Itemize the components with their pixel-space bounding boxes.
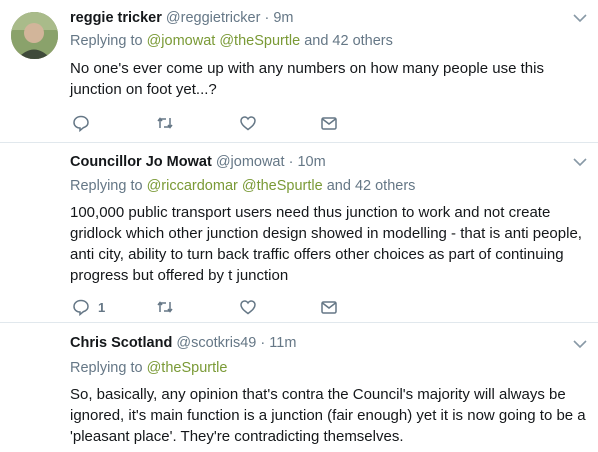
chevron-down-icon[interactable]: [572, 156, 588, 168]
reply-icon: [73, 299, 89, 316]
tweet-header: Chris Scotland @scotkris49 · 11m: [70, 333, 296, 353]
display-name[interactable]: Councillor Jo Mowat: [70, 154, 212, 170]
replying-to: Replying to @jomowat @theSpurtle and 42 …: [70, 31, 393, 51]
mention-link[interactable]: @theSpurtle: [147, 360, 228, 376]
display-name[interactable]: Chris Scotland: [70, 335, 172, 351]
message-icon: [321, 117, 337, 130]
chevron-down-icon[interactable]: [572, 338, 588, 350]
tweet-feed: reggie tricker @reggietricker · 9m Reply…: [0, 0, 598, 452]
like-icon: [240, 300, 256, 315]
like-button[interactable]: [239, 113, 257, 133]
tweet-text: 100,000 public transport users need thus…: [70, 204, 582, 284]
message-icon: [321, 301, 337, 314]
tweet-text: So, basically, any opinion that's contra…: [70, 386, 586, 445]
reply-button[interactable]: [72, 113, 98, 133]
replying-suffix[interactable]: and 42 others: [304, 33, 393, 49]
replying-to: Replying to @theSpurtle: [70, 358, 227, 378]
tweet-text: No one's ever come up with any numbers o…: [70, 60, 544, 98]
mention-link[interactable]: @theSpurtle: [219, 33, 300, 49]
message-button[interactable]: [320, 113, 338, 133]
reply-button[interactable]: 1: [72, 297, 105, 317]
user-handle[interactable]: @reggietricker: [166, 10, 261, 26]
replying-prefix: Replying to: [70, 33, 143, 49]
replying-suffix[interactable]: and 42 others: [327, 178, 416, 194]
separator-dot: ·: [260, 335, 266, 351]
mention-link[interactable]: @jomowat: [147, 33, 216, 49]
retweet-icon: [157, 301, 173, 313]
timestamp[interactable]: 10m: [297, 154, 325, 170]
reply-icon: [73, 115, 89, 132]
chevron-down-icon[interactable]: [572, 12, 588, 24]
like-icon: [240, 116, 256, 131]
user-handle[interactable]: @scotkris49: [176, 335, 256, 351]
separator-dot: ·: [264, 10, 270, 26]
replying-to: Replying to @riccardomar @theSpurtle and…: [70, 176, 415, 196]
tweet-header: reggie tricker @reggietricker · 9m: [70, 8, 293, 28]
mention-link[interactable]: @riccardomar: [147, 178, 238, 194]
user-handle[interactable]: @jomowat: [216, 154, 285, 170]
like-button[interactable]: [239, 297, 257, 317]
retweet-button[interactable]: [156, 113, 174, 133]
replying-prefix: Replying to: [70, 360, 143, 376]
replying-prefix: Replying to: [70, 178, 143, 194]
retweet-button[interactable]: [156, 297, 174, 317]
separator-dot: ·: [288, 154, 294, 170]
timestamp[interactable]: 11m: [269, 335, 296, 351]
avatar[interactable]: [11, 12, 58, 59]
timestamp[interactable]: 9m: [273, 10, 293, 26]
message-button[interactable]: [320, 297, 338, 317]
tweet-header: Councillor Jo Mowat @jomowat · 10m: [70, 152, 326, 172]
display-name[interactable]: reggie tricker: [70, 10, 162, 26]
mention-link[interactable]: @theSpurtle: [242, 178, 323, 194]
reply-count: 1: [98, 299, 106, 315]
retweet-icon: [157, 117, 173, 129]
